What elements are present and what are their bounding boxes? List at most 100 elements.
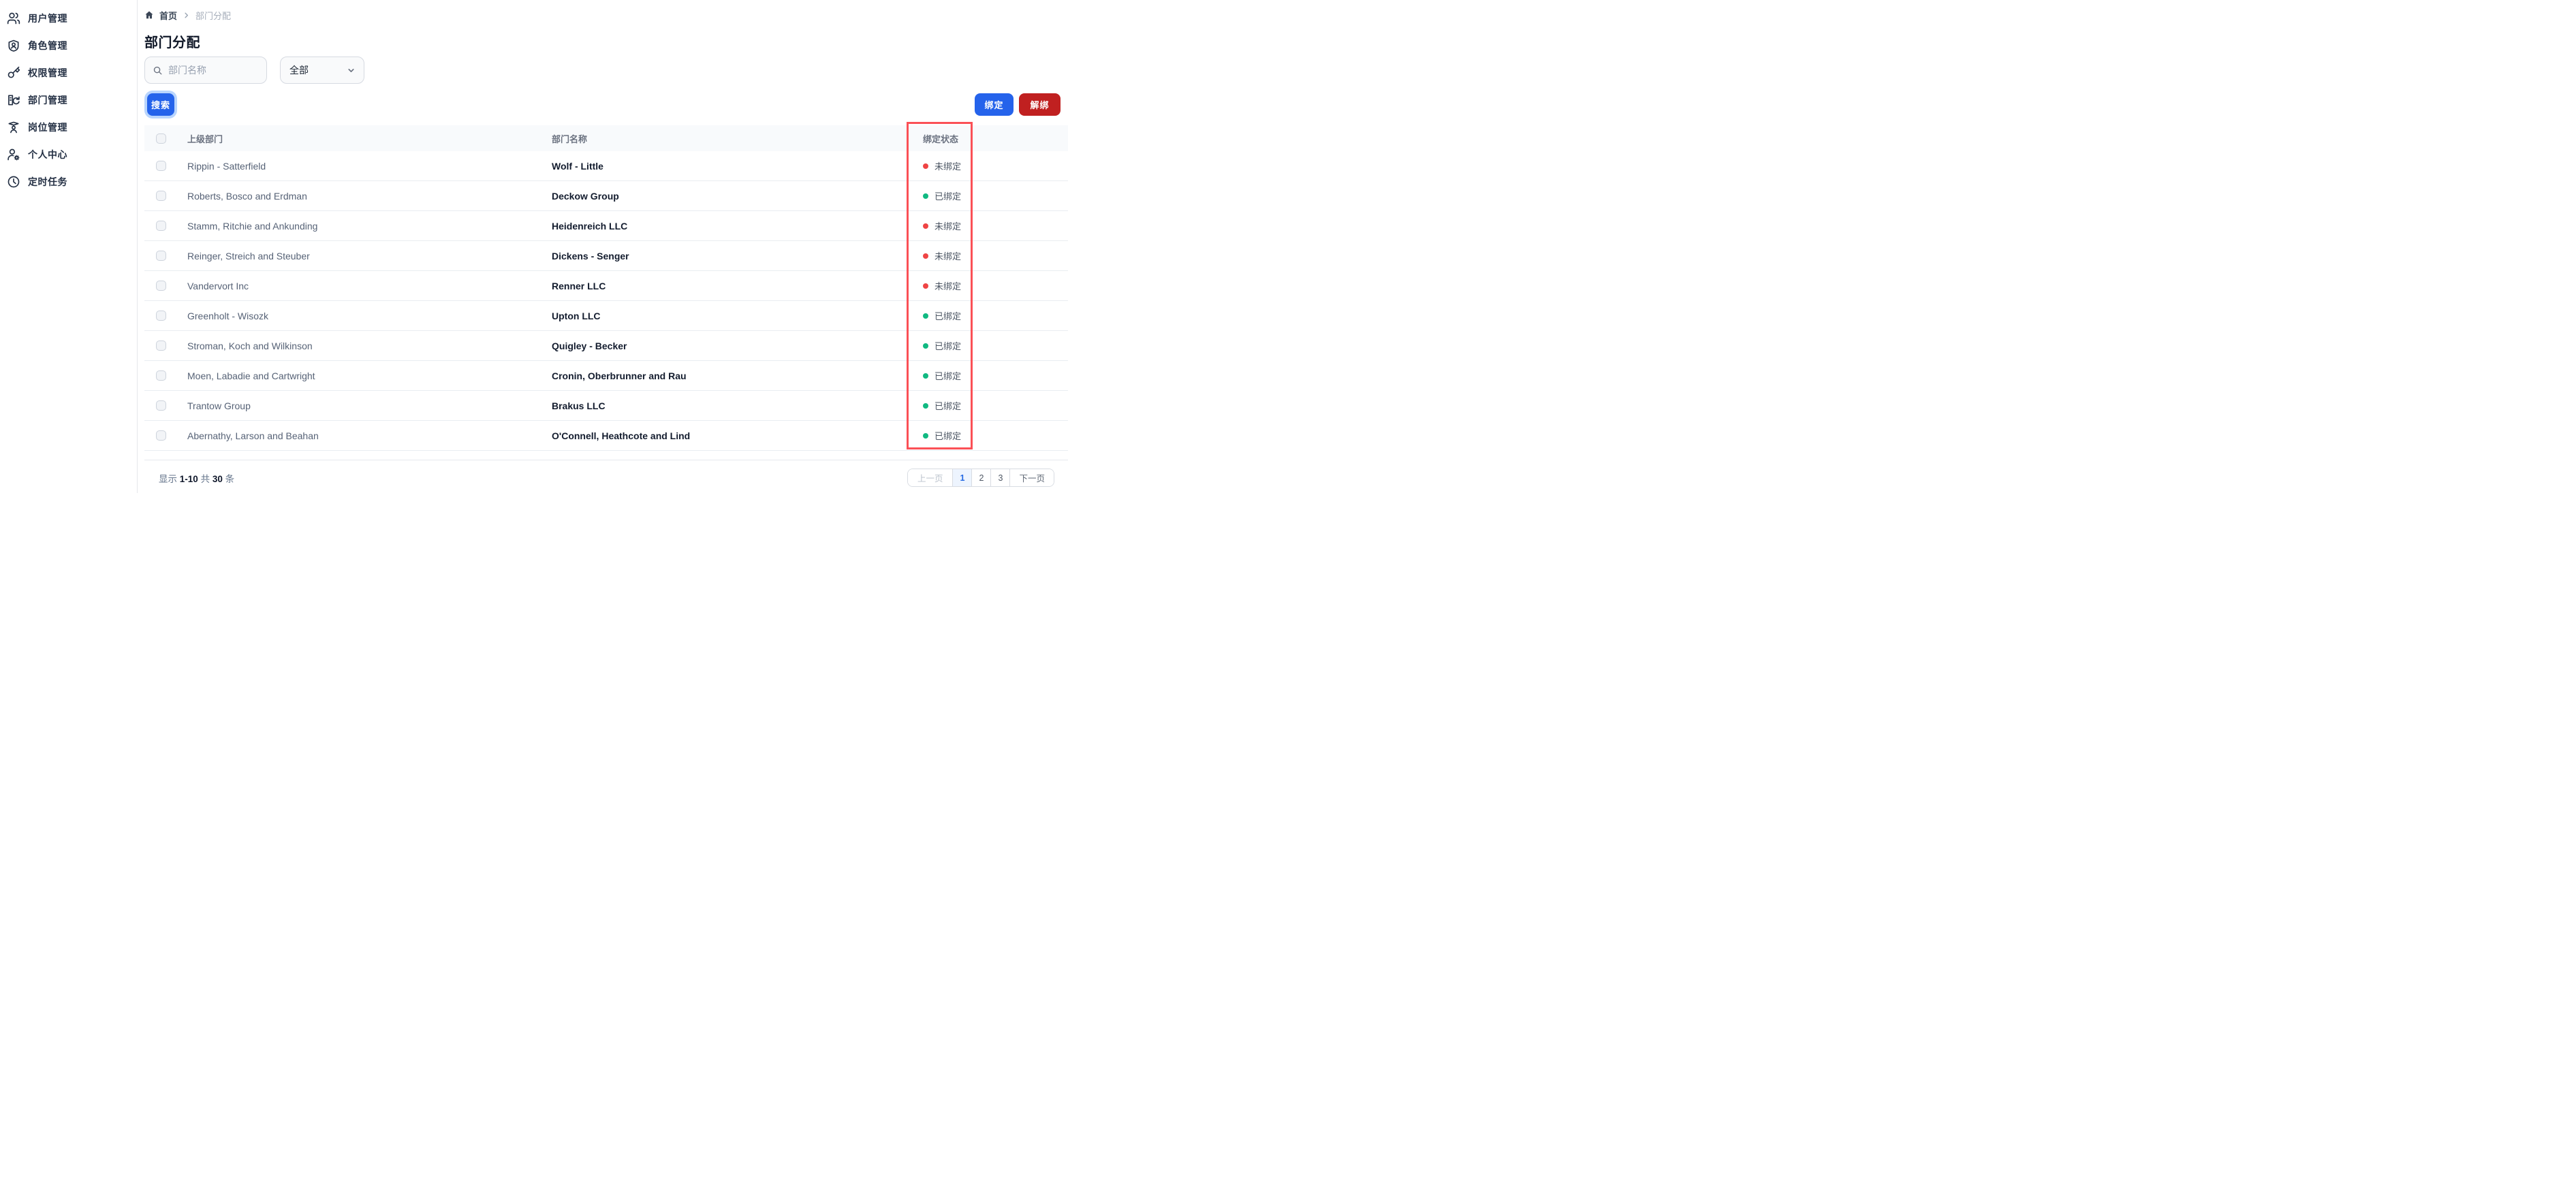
breadcrumb-home-link[interactable]: 首页 (159, 9, 177, 22)
bind-button[interactable]: 绑定 (975, 93, 1014, 116)
sidebar-item-user-management[interactable]: 用户管理 (0, 5, 137, 32)
binding-status-cell: 已绑定 (923, 399, 1068, 412)
status-filter-select[interactable]: 全部 (280, 57, 364, 84)
department-name-cell: Dickens - Senger (552, 250, 629, 261)
parent-department-cell: Stamm, Ritchie and Ankunding (187, 220, 318, 232)
sidebar-item-department-management[interactable]: 部门管理 (0, 86, 137, 114)
row-checkbox[interactable] (156, 400, 166, 411)
department-name-cell: Heidenreich LLC (552, 220, 628, 232)
table-body: Rippin - Satterfield Wolf - Little 未绑定 R… (144, 151, 1068, 451)
parent-department-cell: Vandervort Inc (187, 280, 249, 291)
binding-status-cell: 已绑定 (923, 189, 1068, 202)
summary-of: 共 (200, 473, 210, 484)
status-dot (923, 432, 928, 439)
row-checkbox[interactable] (156, 370, 166, 381)
table-header-row: 上级部门 部门名称 绑定状态 (144, 125, 1068, 151)
header-binding-status: 绑定状态 (923, 133, 959, 144)
header-checkbox-cell (144, 133, 176, 144)
row-checkbox-cell (144, 191, 176, 201)
department-name-cell: Deckow Group (552, 190, 619, 202)
prev-page-button[interactable]: 上一页 (907, 469, 953, 486)
row-checkbox[interactable] (156, 191, 166, 201)
select-all-checkbox[interactable] (156, 133, 166, 144)
table-row[interactable]: Abernathy, Larson and Beahan O'Connell, … (144, 421, 1068, 451)
app-window: 用户管理 角色管理 权限管理 部门管理 岗位管理 个人中心 定时任务 首页 部门… (0, 0, 1068, 493)
status-label: 已绑定 (934, 311, 962, 321)
department-name-cell: Cronin, Oberbrunner and Rau (552, 370, 687, 381)
sidebar-item-label: 用户管理 (28, 13, 67, 24)
position-icon (7, 121, 20, 134)
search-input[interactable] (168, 65, 259, 76)
departments-table: 上级部门 部门名称 绑定状态 Rippin - Satterfield Wolf… (144, 125, 1068, 451)
summary-unit: 条 (225, 473, 235, 484)
status-dot (923, 223, 928, 229)
row-checkbox[interactable] (156, 311, 166, 321)
search-button[interactable]: 搜索 (147, 93, 175, 116)
department-name-cell: Brakus LLC (552, 400, 606, 411)
sidebar-item-label: 权限管理 (28, 67, 67, 78)
summary-total: 30 (212, 473, 223, 484)
page-2-button[interactable]: 2 (971, 469, 991, 486)
binding-status-cell: 已绑定 (923, 429, 1068, 442)
filter-row: 全部 (144, 57, 1068, 84)
table-row[interactable]: Stamm, Ritchie and Ankunding Heidenreich… (144, 211, 1068, 241)
sidebar-item-scheduled-tasks[interactable]: 定时任务 (0, 168, 137, 195)
user-gear-icon (7, 148, 20, 161)
sidebar-item-label: 个人中心 (28, 149, 67, 160)
status-dot (923, 283, 928, 289)
binding-status-cell: 未绑定 (923, 159, 1068, 172)
row-checkbox[interactable] (156, 221, 166, 231)
parent-department-cell: Trantow Group (187, 400, 251, 411)
page-3-button[interactable]: 3 (990, 469, 1010, 486)
row-checkbox[interactable] (156, 340, 166, 351)
row-checkbox[interactable] (156, 281, 166, 291)
table-row[interactable]: Reinger, Streich and Steuber Dickens - S… (144, 241, 1068, 271)
parent-department-cell: Greenholt - Wisozk (187, 310, 269, 321)
key-icon (7, 66, 20, 80)
row-checkbox-cell (144, 400, 176, 411)
parent-department-cell: Rippin - Satterfield (187, 160, 266, 172)
sidebar-item-permission-management[interactable]: 权限管理 (0, 59, 137, 86)
row-checkbox-cell (144, 281, 176, 291)
table-row[interactable]: Moen, Labadie and Cartwright Cronin, Obe… (144, 361, 1068, 391)
pagination-summary: 显示 1-10 共 30 条 (159, 471, 234, 485)
table-row[interactable]: Trantow Group Brakus LLC 已绑定 (144, 391, 1068, 421)
binding-status-cell: 已绑定 (923, 309, 1068, 322)
department-name-search-field[interactable] (144, 57, 267, 84)
unbind-button[interactable]: 解绑 (1019, 93, 1061, 116)
status-label: 未绑定 (934, 251, 962, 261)
status-label: 已绑定 (934, 431, 962, 441)
toolbar-row: 搜索 绑定 解绑 (144, 93, 1068, 116)
table-row[interactable]: Roberts, Bosco and Erdman Deckow Group 已… (144, 181, 1068, 211)
department-name-cell: Quigley - Becker (552, 340, 627, 351)
table-row[interactable]: Vandervort Inc Renner LLC 未绑定 (144, 271, 1068, 301)
table-row[interactable]: Stroman, Koch and Wilkinson Quigley - Be… (144, 331, 1068, 361)
next-page-button[interactable]: 下一页 (1009, 469, 1054, 486)
status-label: 已绑定 (934, 341, 962, 351)
sidebar-item-position-management[interactable]: 岗位管理 (0, 114, 137, 141)
row-checkbox-cell (144, 311, 176, 321)
status-label: 未绑定 (934, 281, 962, 291)
row-checkbox-cell (144, 430, 176, 441)
row-checkbox[interactable] (156, 430, 166, 441)
chevron-down-icon (348, 68, 354, 72)
table-footer: 显示 1-10 共 30 条 上一页 1 2 3 下一页 (144, 460, 1068, 495)
binding-status-cell: 未绑定 (923, 279, 1068, 292)
row-checkbox[interactable] (156, 251, 166, 261)
sidebar-item-personal-center[interactable]: 个人中心 (0, 141, 137, 168)
status-label: 已绑定 (934, 401, 962, 411)
department-name-cell: Renner LLC (552, 280, 606, 291)
parent-department-cell: Reinger, Streich and Steuber (187, 250, 310, 261)
sidebar-item-label: 定时任务 (28, 176, 67, 187)
status-label: 已绑定 (934, 371, 962, 381)
home-icon[interactable] (144, 10, 154, 20)
page-1-button[interactable]: 1 (952, 469, 972, 486)
table-row[interactable]: Rippin - Satterfield Wolf - Little 未绑定 (144, 151, 1068, 181)
row-checkbox[interactable] (156, 161, 166, 171)
sidebar-item-role-management[interactable]: 角色管理 (0, 32, 137, 59)
breadcrumb-current: 部门分配 (195, 10, 232, 21)
sidebar-item-label: 部门管理 (28, 95, 67, 106)
table-row[interactable]: Greenholt - Wisozk Upton LLC 已绑定 (144, 301, 1068, 331)
bulk-actions: 绑定 解绑 (975, 93, 1061, 116)
page-title: 部门分配 (144, 35, 200, 50)
